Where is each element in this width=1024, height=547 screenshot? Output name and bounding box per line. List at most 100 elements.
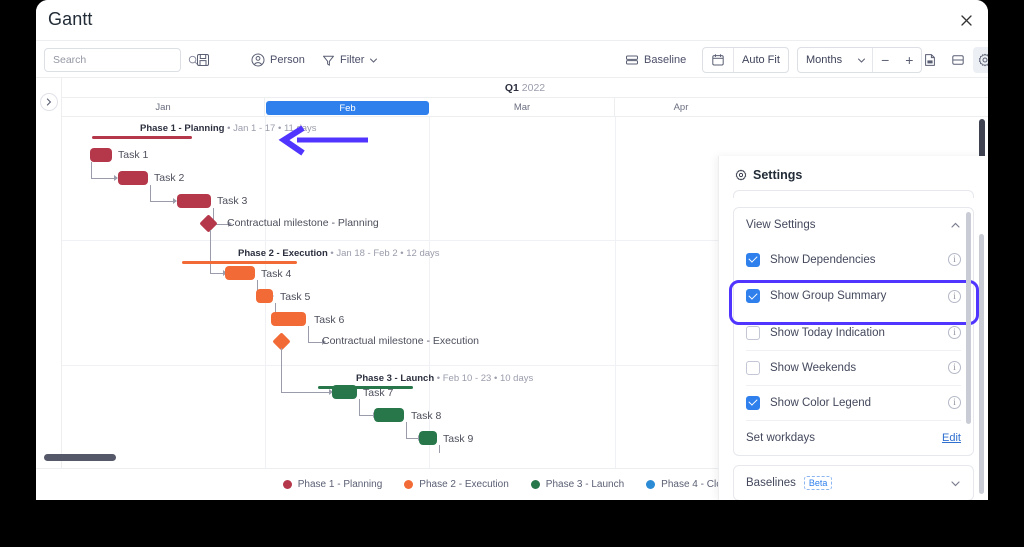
task-bar-task-6[interactable] <box>271 312 306 326</box>
chart-horizontal-scrollbar[interactable] <box>44 454 116 461</box>
task-label-task-3: Task 3 <box>217 195 248 207</box>
group-summary-label-phase-1: Phase 1 - Planning • Jan 1 - 17 • 11 day… <box>140 123 317 134</box>
expand-panel-button[interactable] <box>40 93 58 111</box>
edit-workdays-link[interactable]: Edit <box>942 432 961 444</box>
task-label-task-2: Task 2 <box>154 172 185 184</box>
zoom-level-value: Months <box>806 54 843 66</box>
zoom-group: Months − + <box>797 47 923 73</box>
sep: • <box>277 123 282 134</box>
setting-label: Show Color Legend <box>770 396 872 409</box>
auto-fit-button[interactable]: Auto Fit <box>734 48 788 72</box>
info-icon[interactable]: i <box>948 396 961 409</box>
month-cell-feb[interactable]: Feb <box>266 101 429 115</box>
task-label-task-1: Task 1 <box>118 149 149 161</box>
group-name: Phase 1 - Planning <box>140 123 225 134</box>
group-dates: Jan 18 - Feb 2 <box>336 248 398 259</box>
info-icon[interactable]: i <box>948 361 961 374</box>
export-icon <box>923 53 937 67</box>
legend-label: Phase 3 - Launch <box>545 479 625 490</box>
legend-item[interactable]: Phase 3 - Launch <box>530 479 625 490</box>
milestone-planning[interactable] <box>199 214 218 233</box>
group-duration: 11 days <box>283 123 317 134</box>
month-label: Jan <box>155 102 171 113</box>
group-dates: Feb 10 - 23 <box>442 373 492 384</box>
setting-label: Show Group Summary <box>770 290 887 302</box>
chevron-down-icon <box>369 56 378 65</box>
baselines-label: Baselines <box>746 477 796 489</box>
filter-icon <box>322 54 335 67</box>
task-bar-task-3[interactable] <box>177 194 211 208</box>
checkbox-show-weekends[interactable] <box>746 360 760 375</box>
checkbox-show-group-summary[interactable] <box>746 289 760 303</box>
export-button[interactable] <box>918 47 942 73</box>
person-filter-button[interactable]: Person <box>246 47 310 73</box>
baseline-button[interactable]: Baseline <box>620 47 691 73</box>
settings-button[interactable] <box>973 47 988 73</box>
baselines-card: Baselines Beta <box>733 465 974 500</box>
chevron-down-icon <box>950 478 961 489</box>
quarter-header: Q1 2022 <box>62 78 988 98</box>
zoom-level-select[interactable]: Months <box>798 48 872 72</box>
baseline-icon <box>625 53 639 67</box>
info-icon[interactable]: i <box>948 289 961 303</box>
group-duration: 12 days <box>406 248 440 259</box>
split-view-icon <box>951 53 965 67</box>
settings-card-partial <box>733 190 974 198</box>
quarter-year: 2022 <box>521 81 546 94</box>
info-icon[interactable]: i <box>948 253 961 266</box>
save-icon <box>196 53 210 67</box>
group-summary-bar-phase-1[interactable] <box>92 136 192 139</box>
chevron-right-icon <box>46 98 52 106</box>
setting-row-show-weekends[interactable]: Show Weekends i <box>734 350 973 385</box>
calendar-autofit-icon-button[interactable] <box>703 48 733 72</box>
setting-row-show-group-summary[interactable]: Show Group Summary i <box>734 277 973 315</box>
legend-item[interactable]: Phase 2 - Execution <box>404 479 509 490</box>
group-summary-label-phase-2: Phase 2 - Execution • Jan 18 - Feb 2 • 1… <box>238 248 440 259</box>
setting-row-show-dependencies[interactable]: Show Dependencies i <box>734 242 973 277</box>
task-bar-task-2[interactable] <box>118 171 148 185</box>
minus-icon: − <box>881 52 890 68</box>
sep: • <box>330 248 334 259</box>
close-glyph <box>960 14 972 26</box>
checkbox-show-today-indication[interactable] <box>746 325 760 340</box>
settings-outer-scrollbar[interactable] <box>979 234 984 494</box>
month-cell-jan[interactable]: Jan <box>62 98 265 117</box>
baselines-title: Baselines Beta <box>746 476 833 490</box>
task-bar-task-7[interactable] <box>332 385 357 399</box>
divider <box>746 420 961 421</box>
legend-item[interactable]: Phase 1 - Planning <box>282 479 382 490</box>
baselines-header[interactable]: Baselines Beta <box>734 466 973 500</box>
legend-dot-icon <box>530 480 540 489</box>
setting-row-show-today-indication[interactable]: Show Today Indication i <box>734 315 973 350</box>
split-view-button[interactable] <box>946 47 970 73</box>
task-bar-task-1[interactable] <box>90 148 112 162</box>
task-bar-task-9[interactable] <box>419 431 437 445</box>
settings-panel: Settings View Settings Show Dependencies… <box>718 156 988 500</box>
view-settings-header[interactable]: View Settings <box>734 208 973 242</box>
save-button[interactable] <box>191 47 215 73</box>
window-titlebar: Gantt <box>36 0 988 41</box>
settings-title-label: Settings <box>753 168 803 182</box>
group-summary-label-phase-3: Phase 3 - Launch • Feb 10 - 23 • 10 days <box>356 373 533 384</box>
month-cell-mar[interactable]: Mar <box>430 98 615 117</box>
checkbox-show-dependencies[interactable] <box>746 252 760 267</box>
close-icon[interactable] <box>954 8 978 32</box>
task-bar-task-5[interactable] <box>256 289 273 303</box>
group-summary-bar-phase-2[interactable] <box>182 261 297 264</box>
zoom-out-button[interactable]: − <box>873 48 897 72</box>
task-bar-task-4[interactable] <box>225 266 255 280</box>
filter-button[interactable]: Filter <box>317 47 383 73</box>
info-icon[interactable]: i <box>948 326 961 339</box>
checkbox-show-color-legend[interactable] <box>746 395 760 410</box>
search-field[interactable] <box>53 54 188 66</box>
person-icon <box>251 53 265 67</box>
settings-inner-scrollbar[interactable] <box>966 212 971 424</box>
view-settings-label: View Settings <box>746 219 816 231</box>
toolbar: Person Filter <box>36 41 988 78</box>
task-bar-task-8[interactable] <box>374 408 404 422</box>
month-cell-apr[interactable]: Apr <box>616 98 746 117</box>
task-label-task-4: Task 4 <box>261 268 292 280</box>
search-input[interactable] <box>44 48 199 72</box>
setting-row-show-color-legend[interactable]: Show Color Legend i <box>734 385 973 420</box>
task-label-task-6: Task 6 <box>314 314 345 326</box>
